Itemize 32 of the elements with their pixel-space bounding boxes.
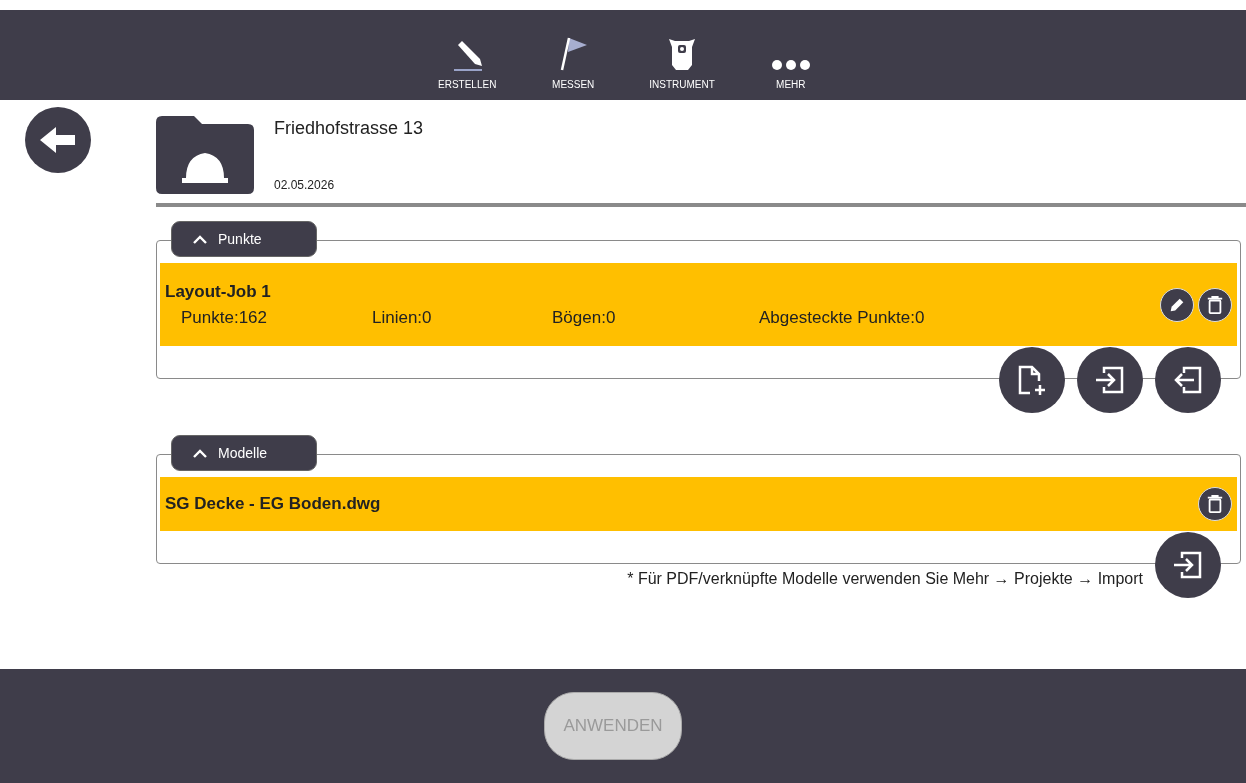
project-date: 02.05.2026	[274, 178, 336, 192]
section-toggle[interactable]: Punkte	[171, 221, 317, 257]
row-stat: Abgesteckte Punkte:0	[759, 307, 926, 328]
row-name: Layout-Job 1	[165, 281, 272, 302]
list-row[interactable]: SG Decke - EG Boden.dwg	[160, 477, 1237, 531]
instrument-icon	[667, 37, 697, 71]
folder-helmet-icon	[156, 116, 254, 194]
delete-button[interactable]	[1198, 487, 1232, 521]
list-row[interactable]: Layout-Job 1 Punkte:162 Linien:0 Bögen:0 Abgesteckte Punkte:0	[160, 263, 1237, 346]
project-title: Friedhofstrasse 13	[274, 118, 424, 139]
chevron-icon	[192, 234, 208, 244]
hint-text: * Für PDF/verknüpfte Modelle verwenden Sie Mehr → Projekte → Import	[627, 570, 1143, 588]
row-stat: Linien:0	[372, 307, 433, 328]
nav-item[interactable]: MESSEN	[543, 10, 604, 100]
trash-icon	[1206, 494, 1224, 514]
nav-item[interactable]: ERSTELLEN	[437, 10, 498, 100]
file-plus-icon	[1016, 364, 1048, 396]
edit-button[interactable]	[1160, 287, 1194, 322]
delete-button[interactable]	[1198, 287, 1232, 322]
nav-item[interactable]: MEHR	[760, 10, 821, 100]
import-icon	[1172, 549, 1204, 581]
row-stat: Punkte:162	[181, 307, 268, 328]
row-name: SG Decke - EG Boden.dwg	[165, 494, 382, 514]
chevron-icon	[192, 448, 208, 458]
import-icon	[1094, 364, 1126, 396]
row-stat: Bögen:0	[552, 307, 617, 328]
nav-item[interactable]: INSTRUMENT	[649, 10, 715, 100]
export-icon	[1172, 364, 1204, 396]
trash-icon	[1206, 294, 1224, 315]
back-button[interactable]	[25, 107, 91, 173]
section-toggle[interactable]: Modelle	[171, 435, 317, 471]
more-icon	[770, 59, 811, 71]
